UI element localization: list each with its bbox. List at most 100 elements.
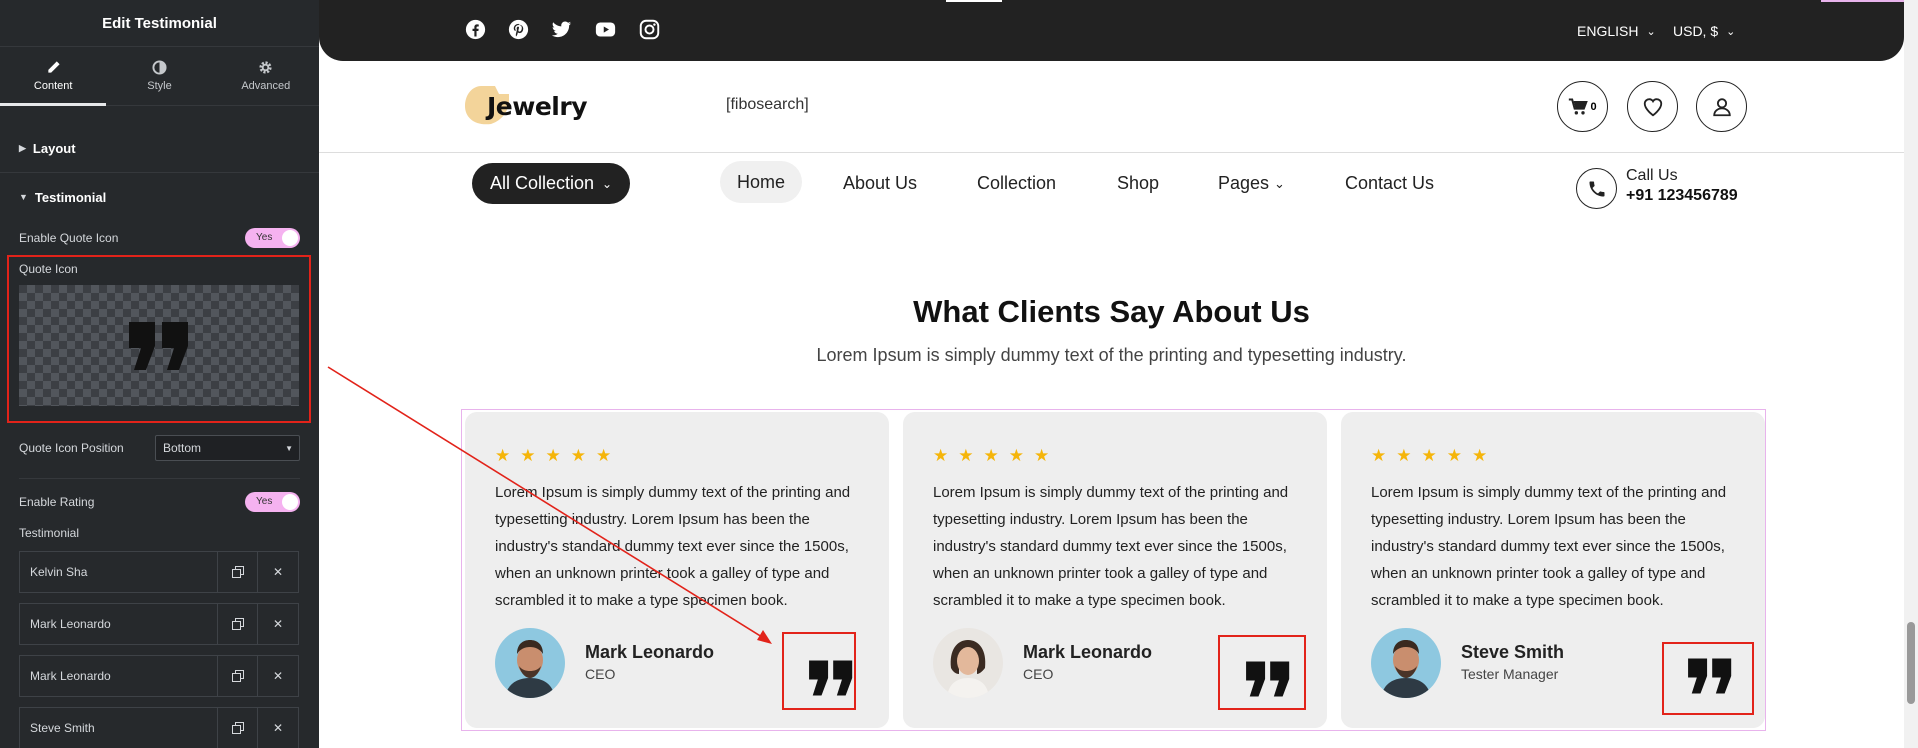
duplicate-icon[interactable] — [218, 656, 258, 696]
scrollbar-thumb[interactable] — [1907, 622, 1915, 704]
cart-icon — [1569, 98, 1589, 114]
nav-pages[interactable]: Pages ⌄ — [1218, 173, 1285, 194]
logo-text[interactable]: Jewelry — [487, 92, 588, 121]
nav-shop[interactable]: Shop — [1117, 173, 1159, 194]
avatar — [933, 628, 1003, 698]
phone-button[interactable] — [1576, 168, 1617, 209]
annotation-highlight-box — [1218, 635, 1306, 710]
section-testimonial-label: Testimonial — [34, 189, 107, 205]
nav-contact-us[interactable]: Contact Us — [1345, 173, 1434, 194]
repeater-item[interactable]: Steve Smith ✕ — [19, 707, 299, 748]
quote-icon-position-label: Quote Icon Position — [19, 441, 124, 455]
avatar — [495, 628, 565, 698]
account-button[interactable] — [1696, 81, 1747, 132]
repeater-item[interactable]: Mark Leonardo ✕ — [19, 603, 299, 645]
select-caret-icon: ▼ — [285, 443, 293, 453]
quote-icon-position-value: Bottom — [163, 441, 202, 455]
repeater-item-label: Kelvin Sha — [20, 552, 218, 592]
repeater-item-label: Mark Leonardo — [20, 656, 218, 696]
star-icon: ★ — [520, 446, 536, 465]
testimonial-card: ★ ★ ★ ★ ★ Lorem Ipsum is simply dummy text o… — [903, 412, 1327, 728]
section-subtitle: Lorem Ipsum is simply dummy text of the … — [816, 345, 1407, 365]
star-icon: ★ — [1446, 446, 1462, 465]
language-value: ENGLISH — [1577, 23, 1639, 39]
pinterest-icon[interactable] — [506, 17, 530, 41]
tab-content[interactable]: Content — [0, 47, 107, 106]
enable-quote-icon-row: Enable Quote Icon Yes — [19, 228, 300, 248]
star-icon: ★ — [1008, 446, 1024, 465]
close-icon[interactable]: ✕ — [258, 708, 298, 748]
annotation-highlight-box — [782, 632, 856, 710]
section-layout[interactable]: ▶ Layout — [0, 125, 319, 173]
tab-style[interactable]: Style — [106, 47, 212, 105]
nav-about-us[interactable]: About Us — [843, 173, 917, 194]
close-icon[interactable]: ✕ — [258, 656, 298, 696]
quote-icon-position-select[interactable]: Bottom ▼ — [155, 435, 300, 461]
quote-icon-position-row: Quote Icon Position Bottom ▼ — [19, 435, 300, 461]
duplicate-icon[interactable] — [218, 552, 258, 592]
all-collection-button[interactable]: All Collection ⌄ — [472, 163, 630, 204]
panel-title: Edit Testimonial — [0, 0, 319, 47]
enable-rating-toggle[interactable]: Yes — [245, 492, 300, 512]
twitter-icon[interactable] — [549, 17, 573, 41]
annotation-highlight-box — [1662, 642, 1754, 715]
currency-value: USD, $ — [1673, 23, 1719, 39]
caret-down-icon: ▼ — [19, 192, 28, 202]
avatar — [1371, 628, 1441, 698]
editor-panel: Edit Testimonial Content Style Advanced … — [0, 0, 319, 748]
tab-advanced-label: Advanced — [241, 80, 291, 92]
enable-quote-icon-toggle[interactable]: Yes — [245, 228, 300, 248]
user-icon — [1712, 97, 1731, 116]
testimonial-name: Mark Leonardo — [1023, 642, 1153, 662]
youtube-icon[interactable] — [593, 17, 617, 41]
repeater-item[interactable]: Mark Leonardo ✕ — [19, 655, 299, 697]
quote-icon — [1688, 658, 1732, 694]
enable-rating-label: Enable Rating — [19, 495, 95, 509]
heart-icon — [1643, 97, 1662, 116]
star-rating: ★ ★ ★ ★ ★ — [1371, 446, 1487, 466]
wishlist-button[interactable] — [1627, 81, 1678, 132]
cart-button[interactable]: 0 — [1557, 81, 1608, 132]
scrollbar[interactable] — [1904, 0, 1918, 748]
star-icon: ★ — [933, 446, 949, 465]
facebook-icon[interactable] — [463, 17, 487, 41]
header-divider — [319, 152, 1904, 153]
instagram-icon[interactable] — [637, 17, 661, 41]
enable-quote-icon-value: Yes — [256, 232, 273, 243]
tab-advanced[interactable]: Advanced — [213, 47, 319, 105]
section-testimonial[interactable]: ▼ Testimonial — [0, 173, 319, 221]
decorative-line — [946, 0, 1002, 2]
nav-pages-label: Pages — [1218, 173, 1270, 193]
star-icon: ★ — [1371, 446, 1387, 465]
gear-icon — [259, 61, 272, 74]
close-icon[interactable]: ✕ — [258, 552, 298, 592]
panel-tabs: Content Style Advanced — [0, 47, 319, 106]
tab-style-label: Style — [147, 80, 172, 92]
quote-icon — [809, 660, 853, 696]
testimonial-card: ★ ★ ★ ★ ★ Lorem Ipsum is simply dummy text o… — [465, 412, 889, 728]
chevron-down-icon: ⌄ — [1646, 25, 1656, 38]
annotation-highlight-box — [7, 255, 311, 423]
repeater-item[interactable]: Kelvin Sha ✕ — [19, 551, 299, 593]
decorative-line — [1821, 0, 1904, 2]
currency-selector[interactable]: USD, $ ⌄ — [1673, 23, 1735, 39]
testimonial-name: Steve Smith — [1461, 642, 1565, 662]
language-selector[interactable]: ENGLISH ⌄ — [1577, 23, 1656, 39]
star-rating: ★ ★ ★ ★ ★ — [495, 446, 611, 466]
enable-quote-icon-label: Enable Quote Icon — [19, 231, 119, 245]
half-circle-icon — [152, 60, 167, 75]
duplicate-icon[interactable] — [218, 604, 258, 644]
testimonial-text: Lorem Ipsum is simply dummy text of the … — [1371, 484, 1727, 609]
repeater-item-label: Mark Leonardo — [20, 604, 218, 644]
call-us-number[interactable]: +91 123456789 — [1626, 187, 1738, 205]
section-title: What Clients Say About Us — [913, 294, 1310, 329]
close-icon[interactable]: ✕ — [258, 604, 298, 644]
testimonial-text: Lorem Ipsum is simply dummy text of the … — [933, 484, 1289, 609]
top-bar: ENGLISH ⌄ USD, $ ⌄ — [319, 0, 1904, 61]
nav-home[interactable]: Home — [720, 161, 802, 203]
star-icon: ★ — [1034, 446, 1050, 465]
duplicate-icon[interactable] — [218, 708, 258, 748]
nav-collection[interactable]: Collection — [977, 173, 1056, 194]
phone-icon — [1589, 181, 1604, 196]
search-shortcode[interactable]: [fibosearch] — [726, 96, 809, 114]
